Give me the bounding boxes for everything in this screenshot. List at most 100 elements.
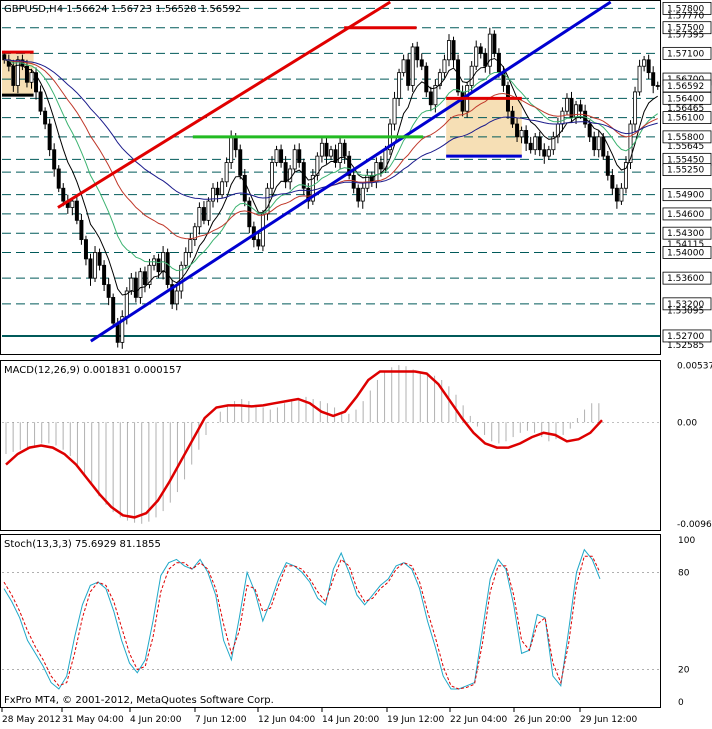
price-axis-label-9: 1.56100	[667, 114, 704, 124]
candle-body-29	[133, 277, 138, 298]
candle-body-97	[442, 59, 447, 74]
candle-body-47	[215, 187, 220, 196]
price-axis-label-6: 1.56592	[667, 82, 704, 92]
candle-body-34	[156, 258, 161, 273]
candle-body-139	[633, 91, 638, 125]
candle-body-43	[197, 207, 202, 228]
candle-body-65	[297, 149, 302, 163]
candle-body-106	[483, 52, 488, 67]
candle-body-141	[642, 59, 647, 67]
candle-body-88	[401, 59, 406, 74]
candle-body-45	[206, 200, 211, 221]
candle-body-91	[415, 46, 420, 61]
candle-body-119	[542, 149, 547, 157]
chart-window: 1.578001.577701.575001.573951.571001.567…	[0, 0, 712, 725]
candle-body-40	[183, 252, 188, 266]
candle-body-31	[142, 271, 147, 285]
candle-body-116	[528, 142, 533, 151]
candle-body-21	[97, 252, 102, 266]
price-axis-label-14: 1.54900	[667, 191, 704, 201]
candle-body-98	[446, 40, 451, 61]
time-axis-label-1: 31 May 04:00	[62, 715, 124, 725]
candle-body-130	[592, 136, 597, 151]
candle-body-89	[406, 59, 411, 86]
candle-body-79	[360, 187, 365, 202]
candle-body-36	[165, 252, 170, 285]
price-axis-label-4: 1.57100	[667, 49, 704, 59]
time-axis-label-5: 14 Jun 20:00	[322, 715, 379, 725]
candle-body-83	[378, 162, 383, 170]
candle-body-64	[292, 149, 297, 170]
candle-body-27	[124, 290, 129, 318]
macd-axis-label-2: -0.00964	[677, 520, 712, 530]
macd-title: MACD(12,26,9) 0.001831 0.000157	[4, 365, 182, 376]
time-axis-label-2: 4 Jun 20:00	[130, 715, 182, 725]
candle-body-16	[74, 200, 79, 221]
candle-body-3	[15, 59, 20, 86]
stoch-axis-label-0: 100	[678, 536, 695, 546]
candle-body-92	[419, 59, 424, 67]
candle-body-70	[319, 142, 324, 157]
candle-body-28	[129, 277, 134, 292]
candle-body-56	[256, 239, 261, 247]
candle-body-17	[79, 219, 84, 241]
candle-body-82	[374, 162, 379, 183]
candle-body-129	[587, 123, 592, 138]
candle-body-23	[106, 284, 111, 298]
price-axis-label-18: 1.54000	[667, 248, 704, 258]
stoch-axis-label-3: 0	[678, 698, 684, 708]
stoch-axis-label-2: 20	[678, 666, 690, 676]
candle-body-10	[47, 123, 52, 151]
macd-axis-label-1: 0.00	[677, 418, 697, 428]
price-chart-title: GBPUSD,H4 1.56624 1.56723 1.56528 1.5659…	[4, 4, 241, 15]
candle-body-12	[56, 168, 61, 189]
candle-body-8	[38, 91, 43, 112]
candle-body-52	[238, 149, 243, 176]
candle-body-132	[601, 136, 606, 157]
candle-body-61	[279, 149, 284, 163]
candle-body-78	[356, 187, 361, 202]
candle-body-30	[138, 271, 143, 298]
candle-body-74	[338, 142, 343, 163]
price-axis-label-16: 1.54300	[667, 229, 704, 239]
chart-canvas: 1.578001.577701.575001.573951.571001.567…	[0, 0, 712, 725]
candle-body-19	[88, 258, 93, 279]
price-axis-label-15: 1.54600	[667, 210, 704, 220]
candle-body-0	[2, 54, 7, 61]
candle-body-108	[492, 33, 497, 54]
candle-body-127	[578, 104, 583, 112]
candle-body-41	[188, 239, 193, 253]
candle-body-123	[560, 110, 565, 125]
candle-body-120	[546, 149, 551, 157]
stoch-axis-label-1: 80	[678, 568, 690, 578]
candle-body-38	[174, 290, 179, 305]
time-axis-label-3: 7 Jun 12:00	[195, 715, 247, 725]
candle-body-115	[524, 130, 529, 144]
candle-body-44	[201, 207, 206, 221]
candle-body-24	[111, 297, 116, 324]
price-axis-label-7: 1.56400	[667, 94, 704, 104]
candle-body-118	[537, 136, 542, 151]
candle-body-6	[29, 72, 34, 83]
candle-body-103	[469, 65, 474, 86]
candle-body-18	[83, 239, 88, 260]
time-axis-label-4: 12 Jun 04:00	[258, 715, 315, 725]
macd-axis-label-0: 0.00537	[677, 361, 712, 371]
price-axis-label-23: 1.52585	[667, 341, 704, 351]
candle-body-15	[70, 200, 75, 208]
candle-body-142	[646, 59, 651, 74]
candle-body-87	[397, 72, 402, 99]
candle-body-48	[220, 181, 225, 196]
candle-body-11	[52, 149, 57, 170]
candle-body-93	[424, 65, 429, 93]
candle-body-133	[605, 155, 610, 176]
candle-body-113	[515, 123, 520, 138]
candle-body-60	[274, 149, 279, 163]
candle-body-50	[229, 136, 234, 163]
candle-body-20	[93, 252, 98, 279]
price-axis-label-19: 1.53600	[667, 274, 704, 284]
time-axis-label-9: 29 Jun 12:00	[580, 715, 637, 725]
price-axis-label-11: 1.55645	[667, 142, 704, 152]
candle-body-117	[533, 136, 538, 151]
price-axis-label-13: 1.55250	[667, 166, 704, 176]
